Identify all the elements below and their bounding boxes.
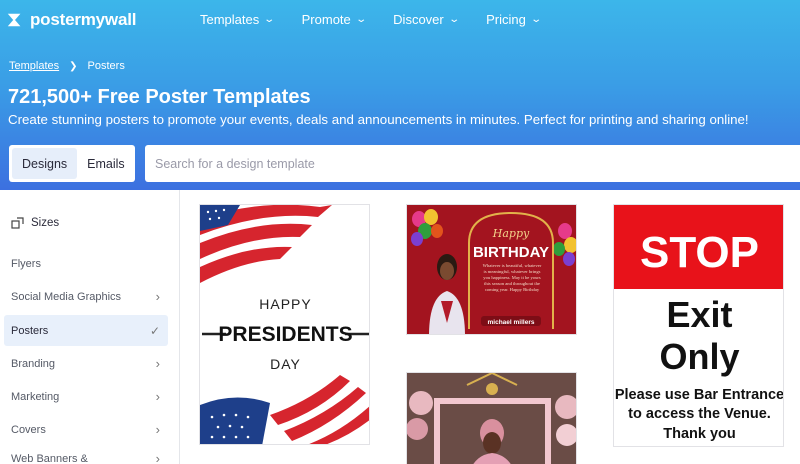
- sidebar-item-label: Branding: [11, 357, 56, 370]
- nav-promote-label: Promote: [301, 12, 351, 27]
- poster-line-happy: HAPPY: [259, 296, 311, 312]
- tab-emails[interactable]: Emails: [77, 148, 135, 179]
- poster-line-presidents: PRESIDENTS: [218, 323, 352, 346]
- nav-templates-label: Templates: [200, 12, 260, 27]
- breadcrumb-current: Posters: [87, 60, 125, 72]
- chevron-down-icon: ⌄: [530, 14, 542, 25]
- chevron-down-icon: ⌄: [355, 14, 367, 25]
- chevron-right-icon: ›: [155, 356, 160, 371]
- logo-icon: [7, 13, 21, 27]
- breadcrumb-templates-link[interactable]: Templates: [9, 60, 59, 72]
- main-nav: Templates ⌄ Promote ⌄ Discover ⌄ Pricing ⌄: [200, 12, 568, 27]
- resize-icon: [11, 217, 24, 229]
- stop-poster-image: STOP Exit Only Please use Bar Entrance t…: [614, 205, 784, 446]
- sidebar-item-posters[interactable]: Posters ✓: [4, 315, 168, 346]
- sidebar-item-branding[interactable]: Branding ›: [4, 348, 168, 379]
- nav-templates[interactable]: Templates ⌄: [200, 12, 276, 27]
- stop-note-1: Please use Bar Entrance: [615, 387, 784, 403]
- template-card-stop-exit-only[interactable]: STOP Exit Only Please use Bar Entrance t…: [613, 204, 784, 447]
- sidebar-item-label: Posters: [11, 324, 49, 337]
- nav-discover[interactable]: Discover ⌄: [393, 12, 460, 27]
- search-input[interactable]: [145, 145, 800, 182]
- top-navigation: postermywall Templates ⌄ Promote ⌄ Discove…: [0, 0, 800, 40]
- design-type-tabs: Designs Emails: [9, 145, 135, 182]
- sidebar-item-label: Web Banners &: [11, 452, 88, 464]
- template-card-birthday[interactable]: Happy BIRTHDAY Whatever is beautiful, wh…: [406, 204, 577, 335]
- brand-name: postermywall: [30, 10, 137, 29]
- page-title: 721,500+ Free Poster Templates: [8, 86, 311, 108]
- birthday-name: michael millers: [488, 319, 535, 326]
- chevron-right-icon: ❯: [69, 60, 78, 72]
- sidebar-item-flyers[interactable]: Flyers: [4, 248, 168, 279]
- template-card-presidents-day[interactable]: HAPPY PRESIDENTS DAY: [199, 204, 370, 445]
- poster-line-day: DAY: [270, 356, 301, 372]
- birthday-poster-image: Happy BIRTHDAY Whatever is beautiful, wh…: [407, 205, 576, 334]
- sidebar-item-covers[interactable]: Covers ›: [4, 414, 168, 445]
- chevron-right-icon: ›: [155, 451, 160, 464]
- birthday-title: BIRTHDAY: [473, 244, 549, 261]
- sidebar-item-label: Social Media Graphics: [11, 290, 122, 303]
- chevron-right-icon: ›: [155, 389, 160, 404]
- chevron-right-icon: ›: [155, 289, 160, 304]
- chevron-down-icon: ⌄: [448, 14, 460, 25]
- category-sidebar: Sizes Flyers Social Media Graphics › Pos…: [0, 190, 180, 464]
- sizes-filter[interactable]: Sizes: [11, 217, 59, 229]
- sidebar-item-marketing[interactable]: Marketing ›: [4, 381, 168, 412]
- sidebar-item-label: Flyers: [11, 257, 41, 270]
- stop-note-3: Thank you: [663, 426, 736, 442]
- tab-designs[interactable]: Designs: [12, 148, 78, 179]
- checkmark-icon: ✓: [149, 323, 160, 338]
- birthday-message: Whatever is beautiful, whatever is meani…: [482, 263, 542, 292]
- stop-line-3: Only: [659, 336, 739, 377]
- presidents-day-poster-image: HAPPY PRESIDENTS DAY: [200, 205, 369, 444]
- sidebar-item-web-banners[interactable]: Web Banners & ›: [4, 443, 168, 464]
- page-subtitle: Create stunning posters to promote your …: [8, 112, 749, 127]
- chevron-down-icon: ⌄: [263, 14, 276, 25]
- nav-pricing-label: Pricing: [486, 12, 526, 27]
- sidebar-item-label: Covers: [11, 423, 46, 436]
- template-card-pink-birthday[interactable]: [406, 372, 577, 464]
- chevron-right-icon: ›: [155, 422, 160, 437]
- sizes-label: Sizes: [31, 217, 60, 229]
- brand-logo[interactable]: postermywall: [6, 9, 136, 31]
- breadcrumb: Templates ❯ Posters: [9, 60, 125, 72]
- sidebar-item-label: Marketing: [11, 390, 60, 403]
- nav-discover-label: Discover: [393, 12, 444, 27]
- pink-poster-image: [407, 373, 576, 464]
- nav-promote[interactable]: Promote ⌄: [301, 12, 367, 27]
- stop-line-2: Exit: [666, 294, 732, 335]
- stop-line-1: STOP: [640, 228, 759, 277]
- stop-note-2: to access the Venue.: [628, 406, 771, 422]
- nav-pricing[interactable]: Pricing ⌄: [486, 12, 542, 27]
- sidebar-item-social-media-graphics[interactable]: Social Media Graphics ›: [4, 281, 168, 312]
- birthday-script: Happy: [492, 227, 530, 240]
